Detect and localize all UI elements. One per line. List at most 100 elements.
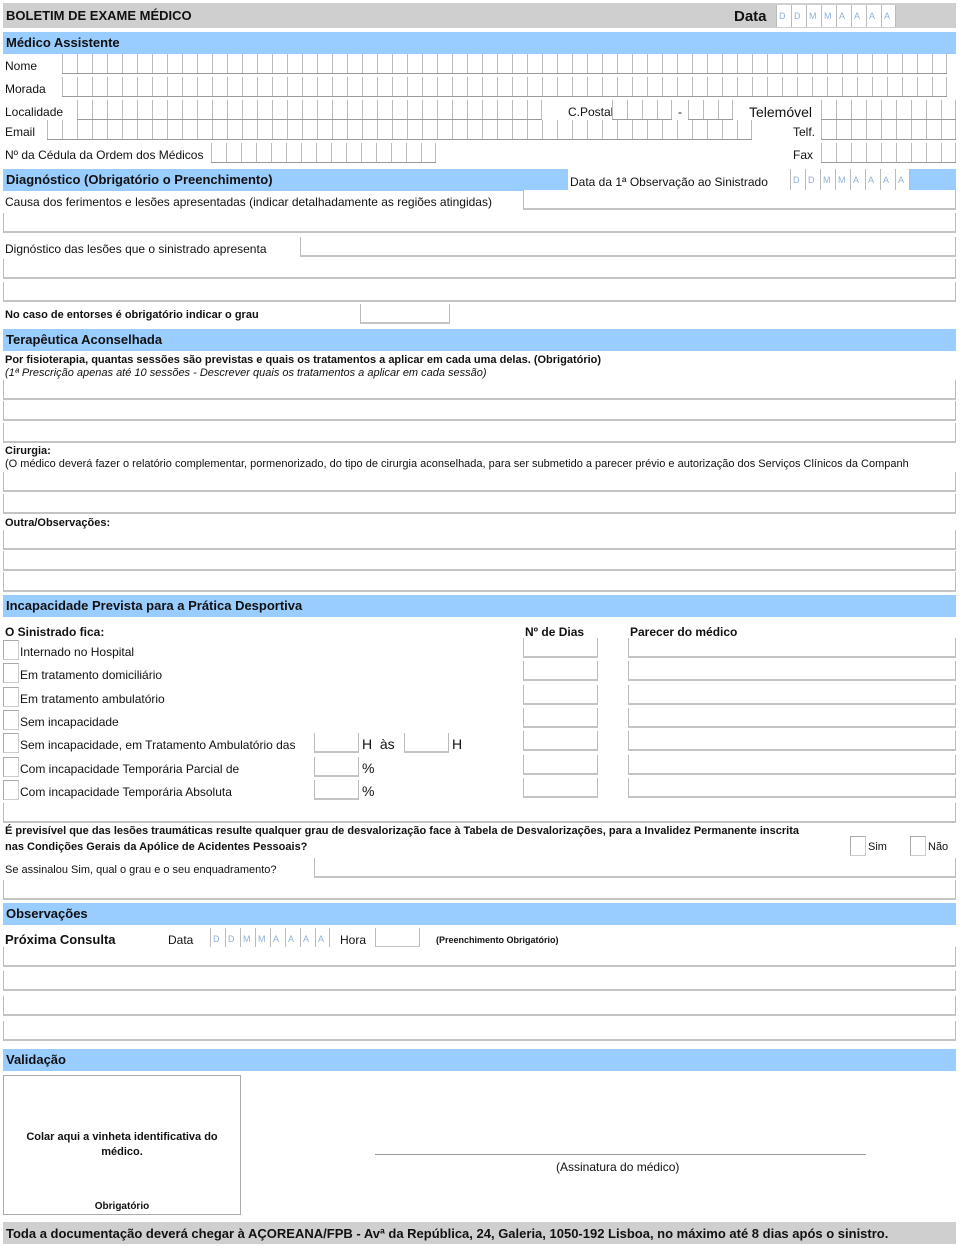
comb-cell[interactable] [137,77,152,96]
comb-cell[interactable] [227,54,242,73]
comb-cell[interactable] [92,54,107,73]
comb-cell[interactable] [497,54,512,73]
vinheta-box[interactable]: Colar aqui a vinheta identificativa do m… [3,1075,241,1215]
comb-cell[interactable] [722,54,737,73]
comb-cell[interactable] [612,100,627,119]
date-cell[interactable]: M [820,169,835,190]
comb-cell[interactable] [827,77,842,96]
comb-cell[interactable] [497,77,512,96]
comb-cell[interactable] [257,54,272,73]
comb-cell[interactable] [226,143,241,162]
comb-cell[interactable] [392,54,407,73]
date-cell[interactable]: M [255,928,270,948]
comb-cell[interactable] [152,100,167,119]
dias-input[interactable] [523,685,598,705]
signature-line[interactable] [375,1154,866,1155]
comb-cell[interactable] [361,143,376,162]
parecer-input[interactable] [628,778,956,798]
date-cell[interactable]: A [851,5,866,27]
comb-cell[interactable] [467,100,482,119]
cedula-input[interactable] [211,143,436,163]
comb-cell[interactable] [512,120,527,139]
comb-cell[interactable] [271,143,286,162]
comb-cell[interactable] [836,120,851,139]
comb-cell[interactable] [437,120,452,139]
comb-cell[interactable] [287,77,302,96]
comb-cell[interactable] [167,77,182,96]
comb-cell[interactable] [107,77,122,96]
comb-cell[interactable] [866,100,881,119]
comb-cell[interactable] [647,77,662,96]
comb-cell[interactable] [542,120,557,139]
incapacidade-checkbox[interactable] [3,757,19,777]
incapacidade-checkbox[interactable] [3,687,19,707]
comb-cell[interactable] [212,54,227,73]
comb-cell[interactable] [482,77,497,96]
comb-cell[interactable] [332,54,347,73]
comb-cell[interactable] [602,77,617,96]
cpostal-input-part2[interactable] [688,100,733,120]
comb-cell[interactable] [272,77,287,96]
outra-input-line1[interactable] [3,530,956,550]
comb-cell[interactable] [302,120,317,139]
comb-cell[interactable] [627,100,642,119]
lesoes-input[interactable] [300,237,956,257]
comb-cell[interactable] [926,120,941,139]
date-cell[interactable]: A [865,169,880,190]
comb-cell[interactable] [422,100,437,119]
comb-cell[interactable] [437,77,452,96]
date-cell[interactable]: A [300,928,315,948]
comb-cell[interactable] [317,77,332,96]
comb-cell[interactable] [347,77,362,96]
comb-cell[interactable] [851,100,866,119]
comb-cell[interactable] [332,120,347,139]
comb-cell[interactable] [497,120,512,139]
comb-cell[interactable] [707,120,722,139]
comb-cell[interactable] [452,100,467,119]
comb-cell[interactable] [632,77,647,96]
parecer-input[interactable] [628,731,956,751]
comb-cell[interactable] [718,100,733,119]
comb-cell[interactable] [287,100,302,119]
comb-cell[interactable] [302,77,317,96]
comb-cell[interactable] [212,120,227,139]
comb-cell[interactable] [572,77,587,96]
incapacidade-checkbox[interactable] [3,640,19,660]
comb-cell[interactable] [752,54,767,73]
comb-cell[interactable] [197,100,212,119]
comb-cell[interactable] [407,54,422,73]
comb-cell[interactable] [872,77,887,96]
comb-cell[interactable] [677,77,692,96]
comb-cell[interactable] [152,54,167,73]
fax-input[interactable] [821,143,956,163]
sim-checkbox[interactable] [850,836,866,856]
comb-cell[interactable] [911,120,926,139]
comb-cell[interactable] [932,77,947,96]
date-cell[interactable]: D [805,169,820,190]
observacoes-input-line2[interactable] [3,971,956,991]
comb-cell[interactable] [896,100,911,119]
comb-cell[interactable] [241,143,256,162]
comb-cell[interactable] [926,100,941,119]
comb-cell[interactable] [917,54,932,73]
comb-cell[interactable] [107,100,122,119]
dias-input[interactable] [523,778,598,798]
comb-cell[interactable] [227,120,242,139]
comb-cell[interactable] [272,120,287,139]
dias-input[interactable] [523,731,598,751]
comb-cell[interactable] [317,54,332,73]
comb-cell[interactable] [527,100,542,119]
comb-cell[interactable] [647,54,662,73]
comb-cell[interactable] [707,54,722,73]
cirurgia-input-line2[interactable] [3,494,956,514]
comb-cell[interactable] [227,77,242,96]
comb-cell[interactable] [617,120,632,139]
comb-cell[interactable] [692,77,707,96]
fisioterapia-input-line2[interactable] [3,401,956,421]
date-cell[interactable]: A [895,169,910,190]
comb-cell[interactable] [662,120,677,139]
comb-cell[interactable] [167,54,182,73]
comb-cell[interactable] [836,100,851,119]
comb-cell[interactable] [662,54,677,73]
comb-cell[interactable] [407,100,422,119]
